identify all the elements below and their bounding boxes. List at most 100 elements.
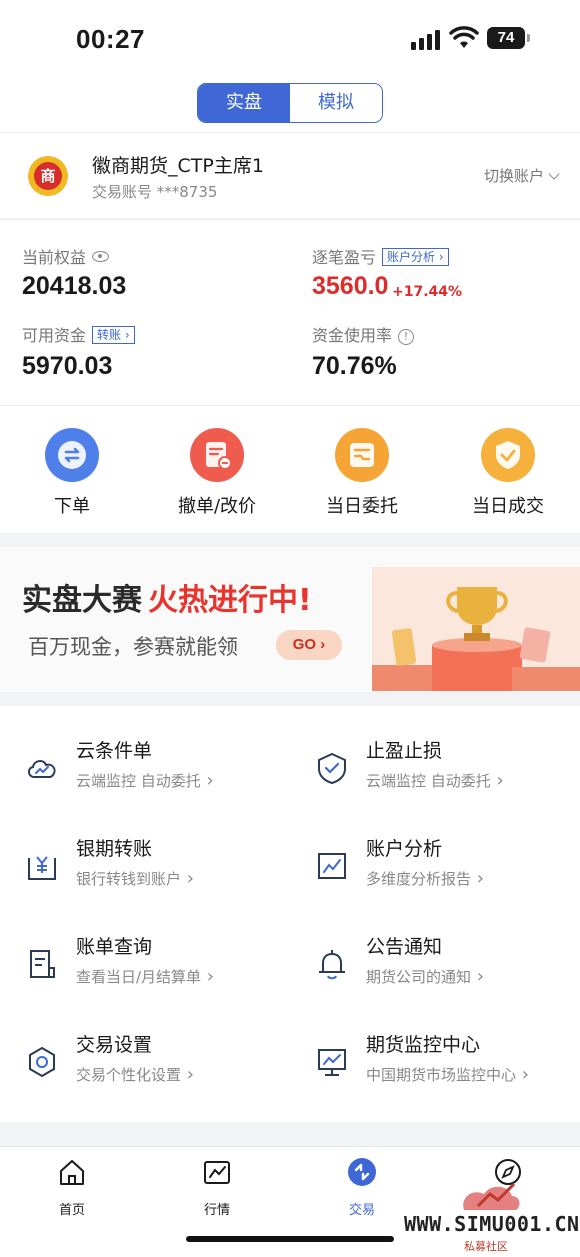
equity-label-row: 当前权益 bbox=[22, 244, 110, 268]
action-today-orders[interactable]: 当日委托 bbox=[302, 428, 422, 518]
pnl-label-row: 逐笔盈亏 账户分析 › bbox=[312, 244, 449, 268]
account-analysis-link[interactable]: 账户分析 › bbox=[382, 248, 449, 266]
tab-real-trading[interactable]: 实盘 bbox=[198, 84, 290, 122]
tab-trade[interactable]: 交易 bbox=[322, 1157, 402, 1218]
eye-icon[interactable] bbox=[92, 251, 110, 262]
order-icon bbox=[45, 428, 99, 482]
watermark: WWW.SIMU001.CN 私募社区 bbox=[400, 1176, 580, 1254]
tool-take-profit-stop-loss[interactable]: 止盈止损 云端监控 自动委托 bbox=[314, 736, 580, 806]
switch-account-label: 切换账户 bbox=[483, 167, 544, 185]
watermark-text: WWW.SIMU001.CN bbox=[404, 1212, 580, 1236]
tool-title: 止盈止损 bbox=[366, 740, 443, 762]
home-indicator bbox=[186, 1236, 394, 1242]
tool-trade-settings[interactable]: 交易设置 交易个性化设置 bbox=[24, 1030, 294, 1100]
settings-hex-icon bbox=[29, 1046, 55, 1078]
broker-logo: 商 bbox=[28, 156, 68, 196]
action-label: 撤单/改价 bbox=[177, 496, 257, 517]
action-label: 当日委托 bbox=[326, 496, 398, 517]
tool-cloud-conditional-order[interactable]: 云条件单 云端监控 自动委托 bbox=[24, 736, 294, 806]
tool-title: 期货监控中心 bbox=[366, 1034, 481, 1056]
today-trades-icon bbox=[481, 428, 535, 482]
bill-icon bbox=[30, 950, 55, 978]
battery-indicator: 74 bbox=[487, 27, 530, 49]
equity-value: 20418.03 bbox=[22, 272, 127, 300]
tool-title: 云条件单 bbox=[76, 740, 153, 762]
action-label: 当日成交 bbox=[472, 496, 544, 517]
switch-account-button[interactable]: 切换账户 bbox=[483, 165, 560, 186]
trade-icon bbox=[348, 1158, 376, 1186]
available-label-row: 可用资金 转账 › bbox=[22, 322, 135, 346]
banner-go-button[interactable]: GO › bbox=[276, 630, 342, 660]
action-today-trades[interactable]: 当日成交 bbox=[448, 428, 568, 518]
yen-transfer-icon bbox=[28, 856, 56, 880]
status-bar: 00:27 74 bbox=[0, 0, 580, 78]
pnl-percent: +17.44% bbox=[392, 284, 463, 300]
tab-label: 交易 bbox=[348, 1203, 375, 1218]
chart-icon bbox=[318, 853, 346, 879]
tool-subtitle: 银行转钱到账户 bbox=[76, 868, 194, 889]
cellular-signal-icon bbox=[411, 30, 443, 50]
market-icon bbox=[204, 1161, 230, 1184]
tab-label: 首页 bbox=[58, 1203, 85, 1218]
cloud-icon bbox=[28, 760, 56, 778]
pnl-label: 逐笔盈亏 bbox=[312, 248, 377, 267]
tool-subtitle: 查看当日/月结算单 bbox=[76, 966, 214, 987]
monitor-icon bbox=[318, 1049, 346, 1076]
tab-home[interactable]: 首页 bbox=[32, 1157, 112, 1218]
trophy-podium-illustration bbox=[372, 567, 580, 691]
pnl-value: 3560.0 bbox=[312, 272, 389, 300]
tool-subtitle: 多维度分析报告 bbox=[366, 868, 484, 889]
tool-subtitle: 中国期货市场监控中心 bbox=[366, 1064, 529, 1085]
action-cancel-order[interactable]: 撤单/改价 bbox=[157, 428, 277, 518]
cancel-order-icon bbox=[190, 428, 244, 482]
today-orders-icon bbox=[335, 428, 389, 482]
tool-subtitle: 交易个性化设置 bbox=[76, 1064, 194, 1085]
account-row[interactable]: 商 徽商期货_CTP主席1 交易账号 ***8735 切换账户 bbox=[0, 132, 580, 218]
tools-grid: 云条件单 云端监控 自动委托 止盈止损 云端监控 自动委托 银期转账 银行转钱到… bbox=[0, 706, 580, 1122]
home-icon bbox=[60, 1160, 84, 1185]
banner-subtitle: 百万现金，参赛就能领 bbox=[28, 635, 238, 659]
action-label: 下单 bbox=[54, 496, 90, 517]
tool-account-analysis[interactable]: 账户分析 多维度分析报告 bbox=[314, 834, 580, 904]
usage-label: 资金使用率 bbox=[312, 326, 393, 345]
tool-title: 银期转账 bbox=[76, 838, 153, 860]
funds-panel: 当前权益 20418.03 逐笔盈亏 账户分析 › 3560.0 +17.44% … bbox=[0, 219, 580, 405]
mode-switch-bar: 实盘 模拟 bbox=[0, 78, 580, 132]
tool-title: 账单查询 bbox=[76, 936, 153, 958]
account-number: 交易账号 ***8735 bbox=[92, 183, 218, 201]
transfer-link[interactable]: 转账 › bbox=[92, 326, 135, 344]
tool-subtitle: 云端监控 自动委托 bbox=[366, 770, 504, 791]
tool-bank-futures-transfer[interactable]: 银期转账 银行转钱到账户 bbox=[24, 834, 294, 904]
shield-check-icon bbox=[318, 752, 346, 785]
wifi-icon bbox=[449, 26, 479, 48]
available-label: 可用资金 bbox=[22, 326, 87, 345]
tool-subtitle: 期货公司的通知 bbox=[366, 966, 484, 987]
banner-title-red: 火热进行中! bbox=[148, 583, 312, 618]
quick-actions: 下单 撤单/改价 当日委托 当日成交 bbox=[0, 405, 580, 533]
usage-label-row: 资金使用率! bbox=[312, 322, 415, 346]
status-time: 00:27 bbox=[76, 24, 145, 54]
tool-title: 交易设置 bbox=[76, 1034, 153, 1056]
available-value: 5970.03 bbox=[22, 352, 113, 380]
watermark-subtext: 私募社区 bbox=[464, 1240, 508, 1253]
tool-title: 公告通知 bbox=[366, 936, 443, 958]
info-icon[interactable]: ! bbox=[398, 329, 415, 345]
tab-simulated-trading[interactable]: 模拟 bbox=[290, 84, 382, 122]
tool-statement-query[interactable]: 账单查询 查看当日/月结算单 bbox=[24, 932, 294, 1002]
usage-value: 70.76% bbox=[312, 352, 397, 380]
chevron-down-icon bbox=[548, 168, 560, 180]
tool-title: 账户分析 bbox=[366, 838, 443, 860]
tool-futures-monitoring-center[interactable]: 期货监控中心 中国期货市场监控中心 bbox=[314, 1030, 580, 1100]
equity-label: 当前权益 bbox=[22, 248, 87, 267]
action-place-order[interactable]: 下单 bbox=[12, 428, 132, 518]
page: 00:27 74 实盘 模拟 商 徽商期货_CTP主席1 交易账号 ***873… bbox=[0, 0, 580, 1257]
banner-title-black: 实盘大赛 bbox=[22, 583, 142, 618]
tool-announcements[interactable]: 公告通知 期货公司的通知 bbox=[314, 932, 580, 1002]
tab-market[interactable]: 行情 bbox=[177, 1157, 257, 1218]
contest-banner[interactable]: 实盘大赛 火热进行中! 百万现金，参赛就能领 GO › bbox=[0, 547, 580, 692]
account-name: 徽商期货_CTP主席1 bbox=[92, 155, 264, 177]
bell-icon bbox=[319, 950, 345, 980]
watermark-logo bbox=[463, 1182, 520, 1210]
tab-label: 行情 bbox=[203, 1203, 230, 1218]
mode-segmented-control: 实盘 模拟 bbox=[197, 83, 383, 123]
